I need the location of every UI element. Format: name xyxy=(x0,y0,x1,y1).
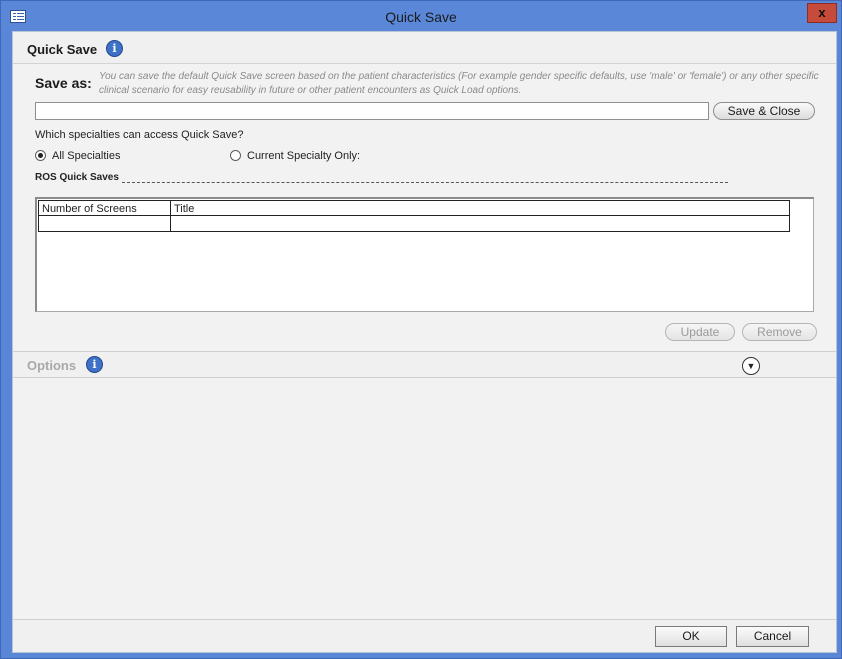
ros-quick-saves-label: ROS Quick Saves xyxy=(35,172,119,183)
options-section-header[interactable]: Options i ▼ xyxy=(13,351,836,378)
all-specialties-radio[interactable] xyxy=(35,150,46,161)
ok-button[interactable]: OK xyxy=(655,626,727,647)
window-title: Quick Save xyxy=(385,9,457,25)
cancel-button[interactable]: Cancel xyxy=(736,626,809,647)
ros-quick-saves-list[interactable]: Number of Screens Title xyxy=(35,197,814,312)
table-row[interactable] xyxy=(38,215,790,232)
close-button[interactable]: x xyxy=(807,3,837,23)
chevron-down-circle-icon[interactable]: ▼ xyxy=(742,357,760,375)
save-as-hint: You can save the default Quick Save scre… xyxy=(99,71,819,96)
table-header: Number of Screens Title xyxy=(38,200,790,216)
save-as-input[interactable] xyxy=(35,102,709,120)
remove-button[interactable]: Remove xyxy=(742,323,817,341)
column-header-number-of-screens[interactable]: Number of Screens xyxy=(42,203,137,215)
title-bar[interactable]: Quick Save x xyxy=(1,1,841,31)
column-divider xyxy=(170,201,171,215)
options-header: Options xyxy=(27,358,77,373)
column-header-title[interactable]: Title xyxy=(174,203,194,215)
column-divider xyxy=(170,216,171,231)
save-as-label: Save as: xyxy=(35,75,92,91)
quick-save-window: Quick Save x Quick Save i Save as: You c… xyxy=(0,0,842,659)
all-specialties-label[interactable]: All Specialties xyxy=(52,150,120,162)
save-close-button[interactable]: Save & Close xyxy=(713,102,815,120)
quick-save-header: Quick Save xyxy=(27,42,98,57)
specialties-question: Which specialties can access Quick Save? xyxy=(35,129,244,141)
dialog-footer: OK Cancel xyxy=(13,619,836,652)
update-button[interactable]: Update xyxy=(665,323,735,341)
dialog-body: Quick Save i Save as: You can save the d… xyxy=(12,31,837,653)
info-icon[interactable]: i xyxy=(106,40,123,57)
current-specialty-label[interactable]: Current Specialty Only: xyxy=(247,150,360,162)
info-icon[interactable]: i xyxy=(86,356,103,373)
ros-divider xyxy=(122,182,728,183)
quick-save-section-header: Quick Save i xyxy=(13,32,836,64)
current-specialty-radio[interactable] xyxy=(230,150,241,161)
